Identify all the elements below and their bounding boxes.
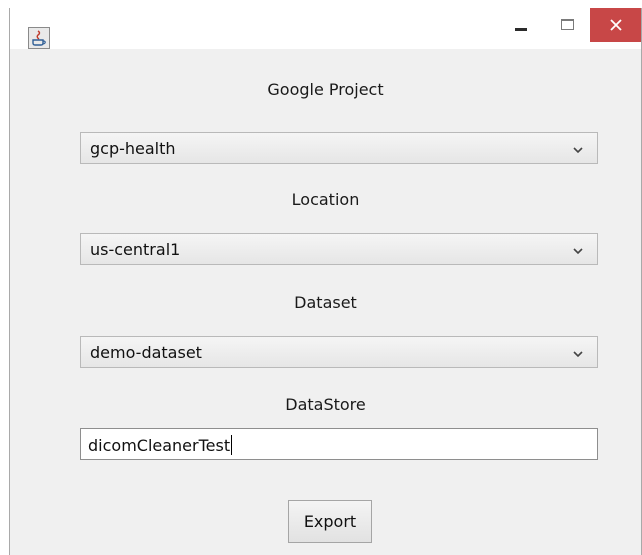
minimize-button[interactable] bbox=[498, 8, 544, 42]
location-value: us-central1 bbox=[90, 240, 181, 259]
app-window: Google Project gcp-health Location us-ce… bbox=[9, 8, 642, 555]
title-bar[interactable] bbox=[10, 8, 641, 49]
minimize-icon bbox=[515, 27, 527, 31]
dataset-select[interactable]: demo-dataset bbox=[80, 336, 598, 368]
chevron-down-icon bbox=[571, 346, 585, 360]
chevron-down-icon bbox=[571, 243, 585, 257]
chevron-down-icon bbox=[571, 142, 585, 156]
maximize-button[interactable] bbox=[544, 8, 590, 42]
form-panel: Google Project gcp-health Location us-ce… bbox=[10, 49, 641, 555]
dataset-value: demo-dataset bbox=[90, 343, 202, 362]
close-icon bbox=[609, 16, 622, 35]
close-button[interactable] bbox=[590, 8, 641, 42]
datastore-value: dicomCleanerTest bbox=[88, 435, 233, 455]
dataset-label: Dataset bbox=[294, 293, 357, 312]
google-project-label: Google Project bbox=[267, 80, 384, 99]
datastore-input[interactable]: dicomCleanerTest bbox=[80, 428, 598, 460]
java-app-icon[interactable] bbox=[28, 27, 50, 49]
maximize-icon bbox=[560, 18, 574, 30]
background-strip bbox=[0, 0, 642, 8]
location-select[interactable]: us-central1 bbox=[80, 233, 598, 265]
google-project-value: gcp-health bbox=[90, 139, 176, 158]
export-button[interactable]: Export bbox=[288, 500, 372, 543]
text-caret bbox=[231, 435, 233, 455]
datastore-label: DataStore bbox=[285, 395, 366, 414]
location-label: Location bbox=[291, 190, 360, 209]
google-project-select[interactable]: gcp-health bbox=[80, 132, 598, 164]
